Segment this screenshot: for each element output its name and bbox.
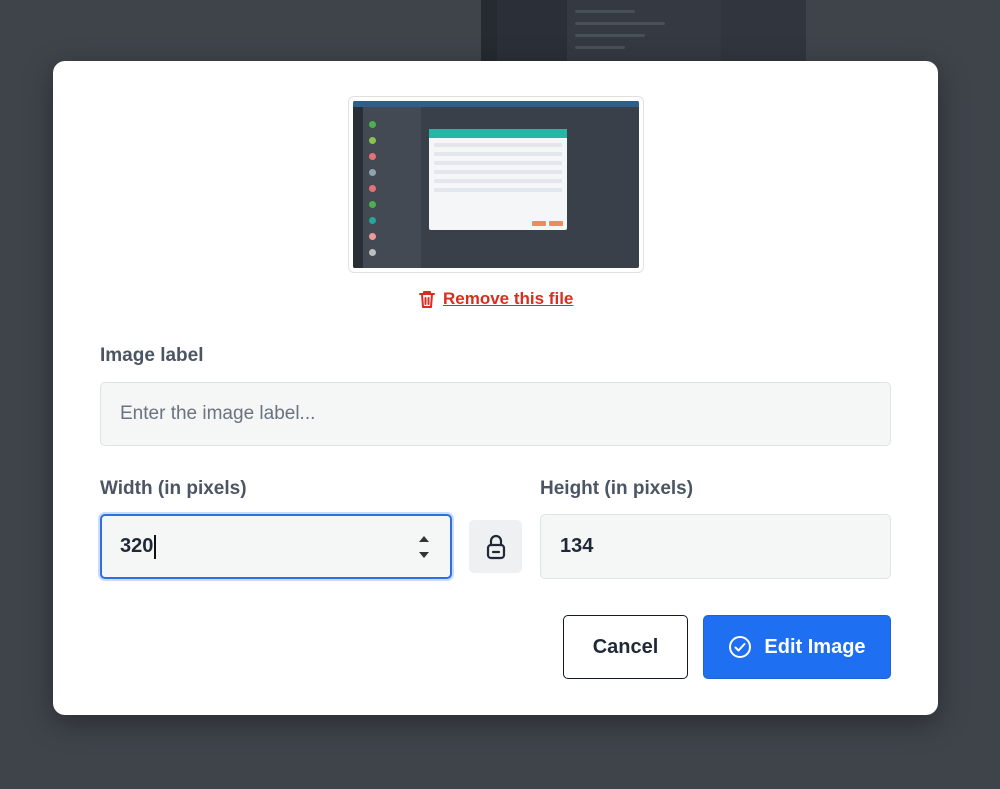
lock-icon xyxy=(486,534,505,559)
image-label-placeholder: Enter the image label... xyxy=(120,403,316,424)
preview-avatar xyxy=(369,185,376,192)
preview-dialog-row xyxy=(434,170,562,174)
width-input[interactable]: 320 xyxy=(100,514,452,579)
cancel-button[interactable]: Cancel xyxy=(563,615,688,679)
check-circle-icon xyxy=(729,636,752,658)
preview-avatar xyxy=(369,169,376,176)
cancel-button-label: Cancel xyxy=(592,635,659,658)
text-caret xyxy=(154,534,157,559)
preview-avatar xyxy=(369,121,376,128)
edit-image-button[interactable]: Edit Image xyxy=(703,615,891,679)
decrement-icon[interactable] xyxy=(419,552,429,558)
background-line xyxy=(575,10,635,13)
preview-leftnav xyxy=(353,107,363,268)
width-label: Width (in pixels) xyxy=(100,478,247,499)
background-nav xyxy=(481,0,497,70)
background-panel xyxy=(567,0,721,70)
preview-dialog-row xyxy=(434,179,562,183)
remove-file-link[interactable]: Remove this file xyxy=(418,286,573,312)
lock-aspect-ratio-button[interactable] xyxy=(469,520,522,573)
preview-avatar xyxy=(369,217,376,224)
image-label-heading: Image label xyxy=(100,345,204,366)
preview-avatar xyxy=(369,201,376,208)
preview-screenshot xyxy=(353,101,639,268)
preview-dialog-header xyxy=(429,129,567,138)
preview-list xyxy=(363,107,421,268)
preview-dialog-buttons xyxy=(532,221,563,226)
preview-avatar xyxy=(369,249,376,256)
preview-avatar xyxy=(369,233,376,240)
preview-dialog-row xyxy=(434,188,562,192)
background-line xyxy=(575,46,625,49)
remove-file-label: Remove this file xyxy=(443,289,574,308)
image-label-input[interactable]: Enter the image label... xyxy=(100,382,891,446)
increment-icon[interactable] xyxy=(419,536,429,542)
image-preview xyxy=(348,96,644,273)
preview-avatar xyxy=(369,137,376,144)
height-label: Height (in pixels) xyxy=(540,478,694,499)
trash-icon xyxy=(419,291,435,308)
background-line xyxy=(575,22,665,25)
preview-dialog-row xyxy=(434,143,562,147)
preview-avatar xyxy=(369,153,376,160)
height-input[interactable]: 134 xyxy=(540,514,891,579)
preview-dialog-row xyxy=(434,152,562,156)
edit-image-button-label: Edit Image xyxy=(764,635,866,658)
background-app xyxy=(481,0,806,70)
background-sidebar xyxy=(721,0,806,70)
background-line xyxy=(575,34,645,37)
preview-dialog xyxy=(429,129,567,230)
height-value: 134 xyxy=(560,535,594,557)
edit-image-modal: Remove this file Image label Enter the i… xyxy=(53,61,938,715)
stepper-arrows-icon[interactable] xyxy=(418,536,430,558)
preview-dialog-row xyxy=(434,161,562,165)
width-value: 320 xyxy=(120,535,154,557)
